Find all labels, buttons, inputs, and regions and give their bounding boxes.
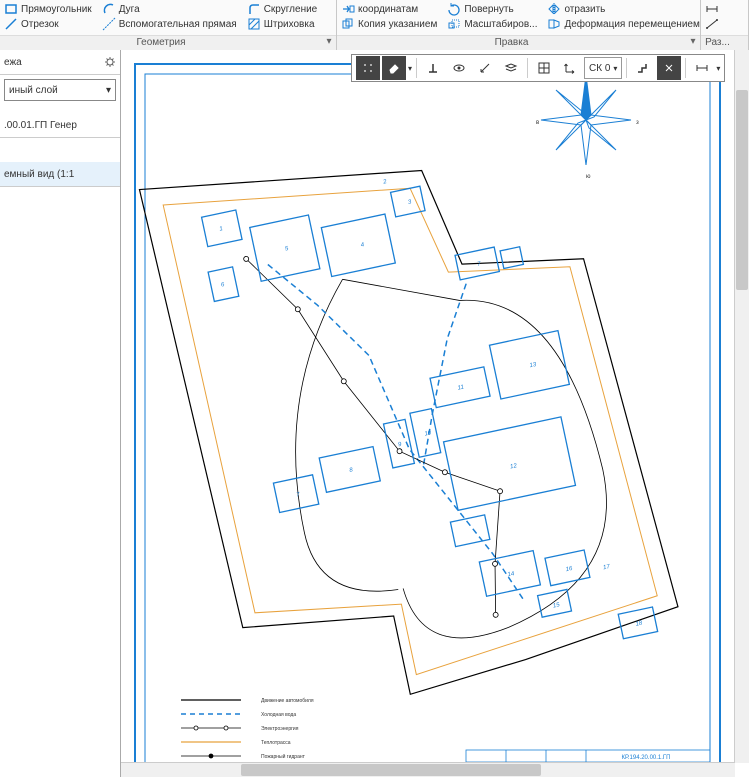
size-group-title: Раз...: [705, 37, 730, 48]
scroll-thumb[interactable]: [241, 764, 541, 776]
svg-text:з: з: [636, 120, 639, 126]
tb-layers-icon[interactable]: [499, 56, 523, 80]
aux-line-tool[interactable]: Вспомогательная прямая: [102, 17, 237, 31]
scale-label: Масштабиров...: [464, 19, 537, 30]
tb-axis-icon[interactable]: [473, 56, 497, 80]
fillet-tool[interactable]: Скругление: [247, 2, 318, 16]
geometry-group-title: Геометрия: [136, 37, 185, 48]
deform-tool[interactable]: Деформация перемещением: [547, 17, 699, 31]
scroll-thumb[interactable]: [736, 90, 748, 290]
rectangle-label: Прямоугольник: [21, 4, 92, 15]
dim-tool-1[interactable]: [705, 2, 719, 16]
tb-visibility-icon[interactable]: [447, 56, 471, 80]
doc-tree-item[interactable]: .00.01.ГП Генер: [0, 113, 120, 138]
legend-item: Теплотрасса: [261, 740, 291, 746]
segment-label: Отрезок: [21, 19, 59, 30]
arc-tool[interactable]: Дуга: [102, 2, 237, 16]
edit-expand-icon[interactable]: ▾: [688, 37, 698, 47]
copy-tool[interactable]: Копия указанием: [341, 17, 437, 31]
chevron-down-icon: ▾: [613, 64, 617, 73]
vertical-scrollbar[interactable]: [734, 50, 749, 763]
drawing-canvas[interactable]: в з ю: [121, 50, 736, 763]
fillet-label: Скругление: [264, 4, 318, 15]
tb-perpendicular-icon[interactable]: [421, 56, 445, 80]
view-tree-item[interactable]: емный вид (1:1: [0, 162, 120, 187]
coord-system-combo[interactable]: СК 0▾: [584, 57, 622, 79]
tb-dropdown-1[interactable]: ▾: [408, 64, 412, 73]
title-block-code: КР.194.20.00.1.ГП: [622, 755, 671, 761]
geometry-expand-icon[interactable]: ▾: [324, 37, 334, 47]
legend-item: Электроэнергия: [261, 726, 299, 732]
svg-text:в: в: [536, 120, 539, 126]
deform-label: Деформация перемещением: [564, 19, 699, 30]
svg-text:ю: ю: [586, 174, 591, 180]
legend-item: Холодная вода: [261, 712, 296, 718]
tb-step-icon[interactable]: [631, 56, 655, 80]
move-by-coords-tool[interactable]: координатам: [341, 2, 437, 16]
legend-item: Движение автомобиля: [261, 698, 314, 704]
scale-tool[interactable]: Масштабиров...: [447, 17, 537, 31]
mirror-tool[interactable]: отразить: [547, 2, 699, 16]
arc-label: Дуга: [119, 4, 140, 15]
panel-tab[interactable]: ежа: [0, 50, 120, 75]
copy-label: Копия указанием: [358, 19, 437, 30]
left-panel: ежа иный слой ▾ .00.01.ГП Генер емный ви…: [0, 50, 121, 777]
aux-line-label: Вспомогательная прямая: [119, 19, 237, 30]
tb-dropdown-2[interactable]: ▾: [716, 64, 720, 73]
horizontal-scrollbar[interactable]: [121, 762, 735, 777]
segment-tool[interactable]: Отрезок: [4, 17, 92, 31]
hatch-label: Штриховка: [264, 19, 315, 30]
mirror-label: отразить: [564, 4, 605, 15]
panel-settings-icon[interactable]: [104, 56, 116, 68]
dim-tool-2[interactable]: [705, 17, 719, 31]
tb-ortho-icon[interactable]: [657, 56, 681, 80]
edit-group-title: Правка: [495, 37, 529, 48]
chevron-down-icon: ▾: [106, 85, 111, 96]
legend-item: Пожарный гидрант: [261, 753, 306, 760]
tb-grid-icon[interactable]: [532, 56, 556, 80]
rotate-label: Повернуть: [464, 4, 513, 15]
svg-text:11: 11: [457, 384, 464, 391]
rectangle-tool[interactable]: Прямоугольник: [4, 2, 92, 16]
tb-grip-icon[interactable]: [356, 56, 380, 80]
tb-eraser-icon[interactable]: [382, 56, 406, 80]
tb-ucs-icon[interactable]: [558, 56, 582, 80]
rotate-tool[interactable]: Повернуть: [447, 2, 537, 16]
layer-combo[interactable]: иный слой ▾: [4, 79, 116, 101]
hatch-tool[interactable]: Штриховка: [247, 17, 318, 31]
tb-dim-icon[interactable]: [690, 56, 714, 80]
by-coords-label: координатам: [358, 4, 418, 15]
view-toolbar: ▾ СК 0▾ ▾: [351, 54, 725, 82]
